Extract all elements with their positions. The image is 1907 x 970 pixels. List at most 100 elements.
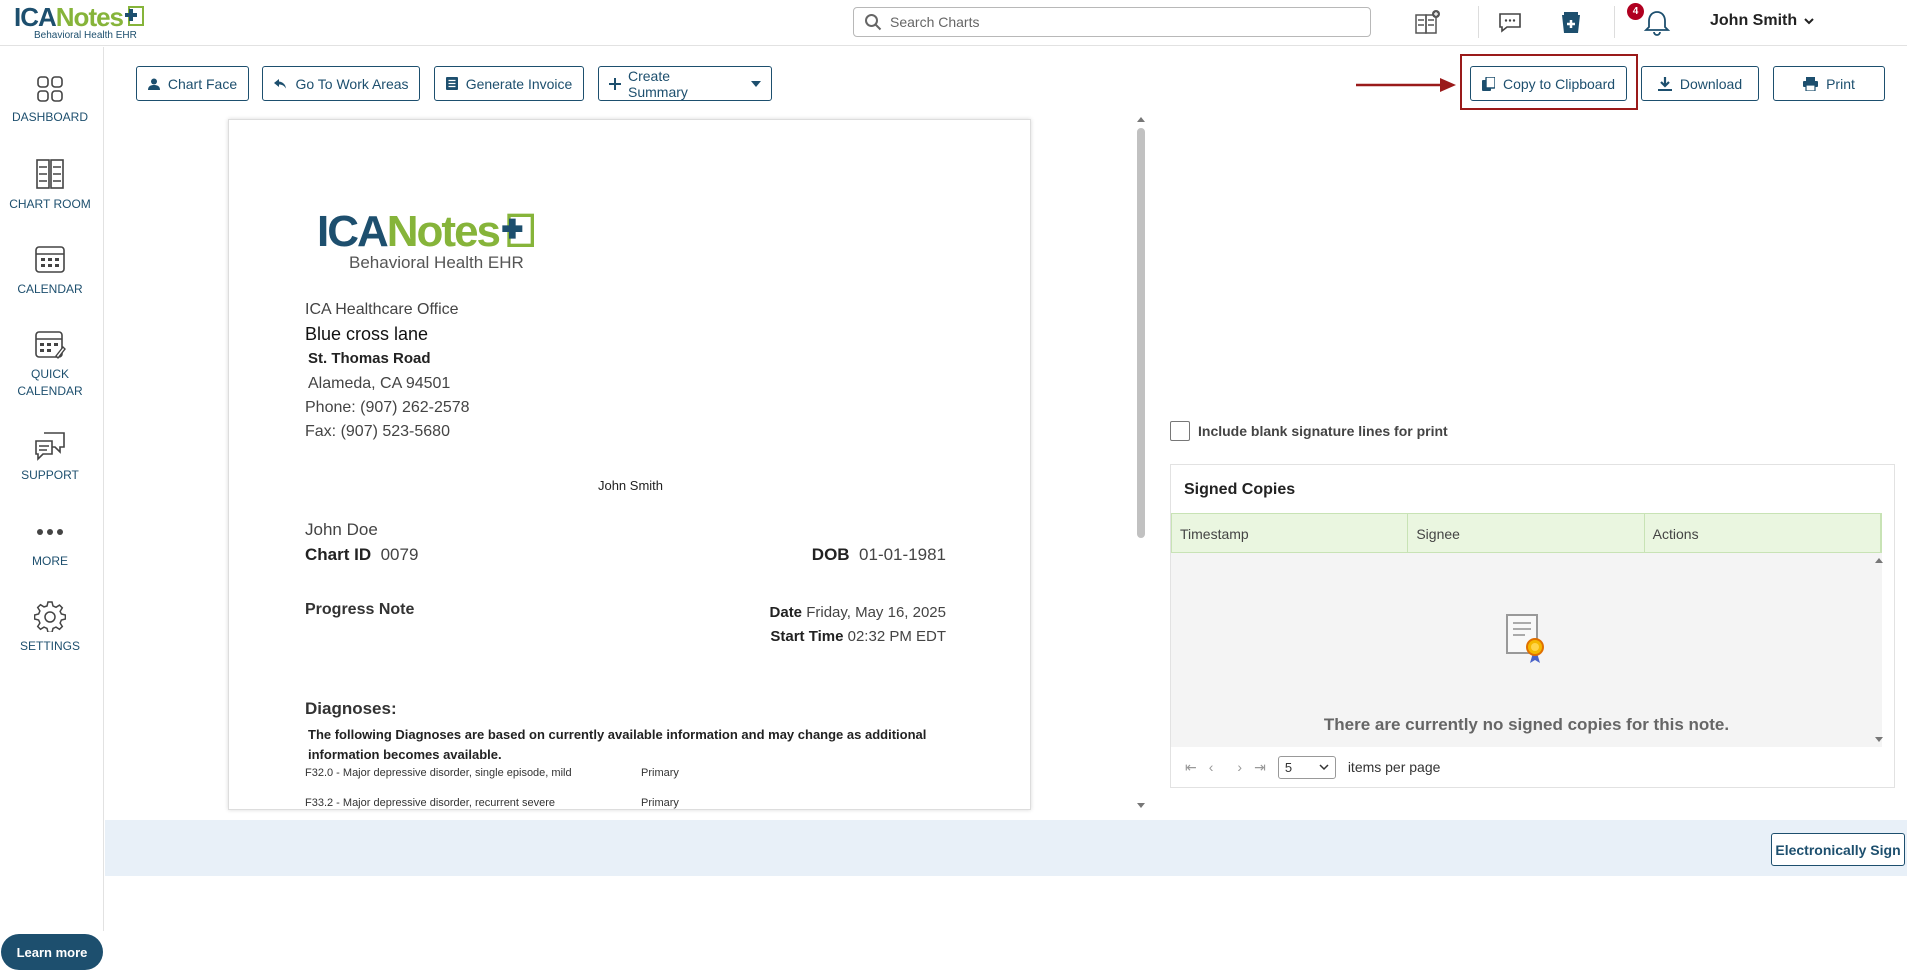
dashboard-icon: [37, 76, 63, 102]
include-blank-signature-label: Include blank signature lines for print: [1198, 423, 1448, 439]
sidebar-item-more[interactable]: MORE: [0, 525, 100, 570]
chevron-down-icon: [1319, 764, 1329, 771]
column-header-actions[interactable]: Actions: [1645, 514, 1881, 552]
table-scroll-down-icon[interactable]: [1872, 735, 1886, 745]
signed-copies-table-body: There are currently no signed copies for…: [1171, 553, 1883, 747]
include-blank-signature-checkbox[interactable]: [1170, 421, 1190, 441]
column-header-signee[interactable]: Signee: [1408, 514, 1645, 552]
sidebar-item-quick-calendar[interactable]: QUICK CALENDAR: [0, 328, 100, 400]
plus-icon: [609, 77, 621, 90]
chevron-down-icon: [1804, 18, 1814, 25]
certificate-document-icon: [1506, 614, 1544, 663]
sidebar-item-label: CALENDAR: [17, 282, 83, 296]
next-page-icon[interactable]: ›: [1237, 759, 1242, 775]
sidebar-item-label: CHART ROOM: [9, 197, 91, 211]
sidebar-item-label: QUICK CALENDAR: [17, 367, 83, 398]
settings-icon: [34, 601, 66, 632]
top-bar: ICANotes Behavioral Health EHR 4 John Sm…: [0, 0, 1907, 46]
address-line-1: Blue cross lane: [305, 324, 429, 344]
search-box[interactable]: [853, 7, 1371, 37]
go-to-work-areas-button[interactable]: Go To Work Areas: [262, 66, 420, 101]
bell-icon[interactable]: [1640, 6, 1674, 40]
copy-to-clipboard-button[interactable]: Copy to Clipboard: [1470, 66, 1627, 101]
sidebar-item-label: MORE: [32, 554, 68, 568]
include-blank-signature-option: Include blank signature lines for print: [1170, 421, 1448, 441]
caret-down-icon: [751, 80, 761, 87]
document-logo: ICANotes Behavioral Health EHR: [317, 210, 539, 272]
download-button[interactable]: Download: [1641, 66, 1759, 101]
divider: [1614, 6, 1615, 38]
more-icon: [37, 529, 63, 535]
diagnosis-rank: Primary: [641, 767, 679, 779]
diagnosis-rank: Primary: [641, 797, 679, 809]
last-page-icon[interactable]: ⇥: [1254, 759, 1266, 776]
support-icon: [35, 432, 65, 461]
create-summary-split-button: Create Summary: [598, 66, 772, 101]
app-logo[interactable]: ICANotes Behavioral Health EHR: [14, 4, 174, 44]
footer-bar: [105, 820, 1907, 876]
patient-name: John Doe: [305, 520, 378, 539]
logo-plus-icon: [125, 6, 145, 26]
logo-wordmark: ICANotes: [14, 4, 174, 30]
diagnosis-row: F32.0 - Major depressive disorder, singl…: [305, 767, 572, 779]
chart-id: Chart ID 0079: [305, 545, 419, 564]
sidebar: DASHBOARD CHART ROOM CALENDAR QUICK CALE…: [0, 47, 104, 970]
search-icon: [865, 14, 882, 31]
electronically-sign-button[interactable]: Electronically Sign: [1771, 833, 1905, 866]
download-icon: [1657, 76, 1672, 91]
sidebar-item-settings[interactable]: SETTINGS: [0, 600, 100, 655]
invoice-icon: [445, 77, 458, 90]
phone: Phone: (907) 262-2578: [305, 399, 470, 416]
chart-room-icon: [36, 159, 64, 189]
annotation-arrow-icon: [1356, 78, 1456, 92]
signed-copies-table-header: Timestamp Signee Actions: [1171, 513, 1882, 553]
page-size-select[interactable]: 5: [1277, 755, 1336, 779]
scrollbar-thumb[interactable]: [1137, 128, 1145, 538]
create-summary-button[interactable]: Create Summary: [599, 67, 733, 100]
messages-icon[interactable]: [1493, 6, 1527, 40]
sidebar-item-calendar[interactable]: CALENDAR: [0, 243, 100, 298]
notification-badge: 4: [1627, 3, 1644, 20]
preview-scrollbar[interactable]: [1132, 114, 1150, 811]
sidebar-item-dashboard[interactable]: DASHBOARD: [0, 75, 100, 126]
divider: [1478, 6, 1479, 38]
user-name: John Smith: [1710, 12, 1798, 29]
provider-name: John Smith: [597, 478, 664, 493]
user-menu[interactable]: John Smith: [1710, 12, 1815, 30]
previous-page-icon[interactable]: ‹: [1209, 759, 1214, 775]
sidebar-item-label: DASHBOARD: [11, 110, 88, 124]
diagnoses-disclaimer: The following Diagnoses are based on cur…: [308, 727, 927, 762]
note-date-time: Date Friday, May 16, 2025 Start Time 02:…: [769, 604, 946, 645]
calendar-icon: [35, 246, 65, 273]
scroll-up-icon: [1137, 117, 1145, 122]
learn-more-button[interactable]: Learn more: [1, 934, 103, 970]
logo-plus-icon: [502, 213, 535, 247]
scroll-down-icon: [1137, 803, 1145, 808]
dob: DOB 01-01-1981: [811, 545, 946, 564]
quick-calendar-icon: [35, 331, 66, 360]
copy-icon: [1481, 76, 1495, 91]
sidebar-item-support[interactable]: SUPPORT: [0, 431, 100, 484]
chart-face-button[interactable]: Chart Face: [136, 66, 249, 101]
search-input[interactable]: [890, 14, 1360, 30]
note-type: Progress Note: [305, 601, 415, 618]
sidebar-item-chart-room[interactable]: CHART ROOM: [0, 158, 100, 213]
table-scroll-up-icon[interactable]: [1872, 555, 1886, 565]
diagnoses-title: Diagnoses:: [305, 699, 397, 718]
print-button[interactable]: Print: [1773, 66, 1885, 101]
column-header-timestamp[interactable]: Timestamp: [1172, 514, 1409, 552]
chart-room-add-icon[interactable]: [1410, 6, 1444, 40]
items-per-page-label: items per page: [1347, 759, 1441, 775]
create-summary-dropdown[interactable]: [741, 67, 771, 100]
office-name: ICA Healthcare Office: [305, 301, 459, 318]
sidebar-item-label: SUPPORT: [21, 468, 79, 482]
fax: Fax: (907) 523-5680: [305, 423, 450, 440]
first-page-icon[interactable]: ⇤: [1185, 759, 1197, 776]
pharmacy-icon[interactable]: [1554, 6, 1588, 40]
signed-copies-panel: Signed Copies Timestamp Signee Actions T…: [1170, 464, 1895, 788]
generate-invoice-button[interactable]: Generate Invoice: [434, 66, 584, 101]
pagination: ⇤ ‹ › ⇥ 5 items per page: [1171, 747, 1894, 787]
office-address: ICA Healthcare Office Blue cross lane St…: [305, 298, 470, 444]
logo-tagline: Behavioral Health EHR: [34, 30, 137, 41]
signed-copies-title: Signed Copies: [1184, 481, 1296, 498]
